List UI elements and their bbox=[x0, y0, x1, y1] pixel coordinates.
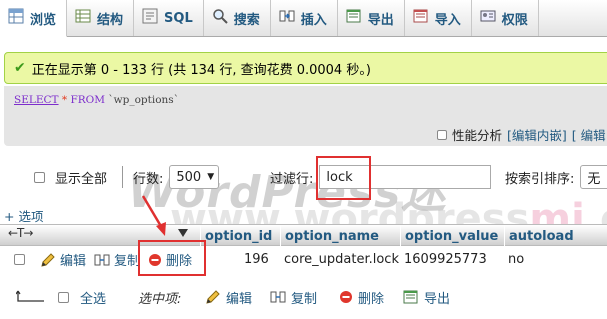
annotation-arrow-icon bbox=[141, 195, 166, 236]
